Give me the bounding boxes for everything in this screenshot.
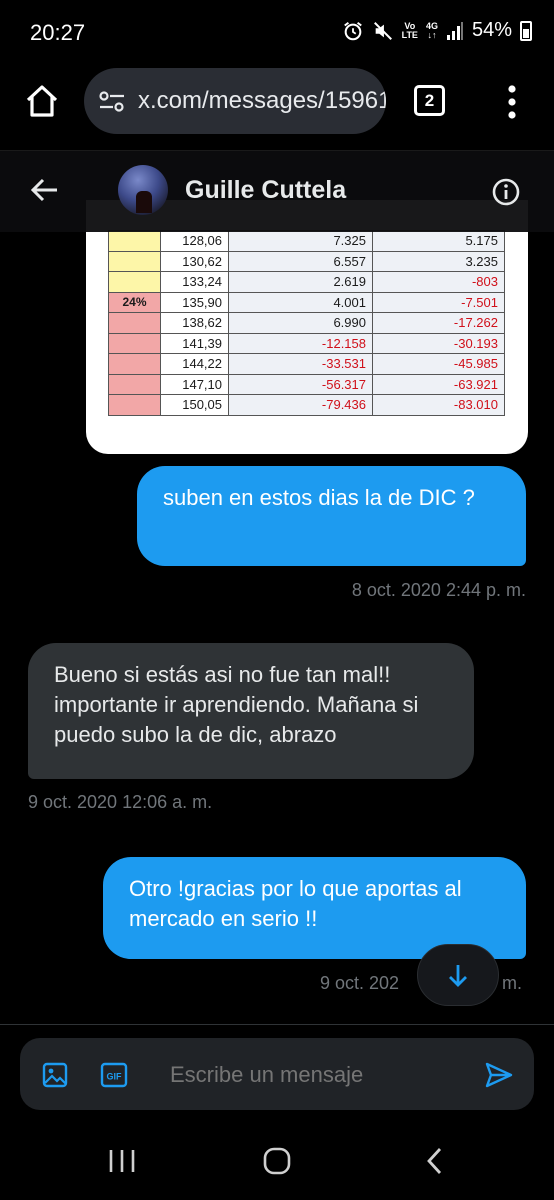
battery-percent: 54%: [471, 19, 512, 41]
scroll-down-icon: [449, 965, 467, 987]
status-icons: Vo LTE 4G ↓↑ 54%: [342, 19, 532, 42]
table-group-cell: [108, 230, 161, 252]
image-table-row: 141,39 -12.158 -30.193: [108, 332, 505, 354]
table-cell-price: 147,10: [160, 373, 229, 395]
message-input[interactable]: [170, 1062, 470, 1088]
message-text: Bueno si estás asi no fue tan mal!! impo…: [54, 662, 419, 747]
browser-toolbar: x.com/messages/159618 2: [0, 64, 554, 148]
table-cell-value: -803: [372, 271, 505, 293]
image-table-row: 150,05 -79.436 -83.010: [108, 394, 505, 416]
image-table-row: 144,22 -33.531 -45.985: [108, 353, 505, 375]
table-cell-price: 138,62: [160, 312, 229, 334]
back-nav-icon[interactable]: [424, 1146, 444, 1176]
table-group-cell: 24%: [108, 291, 161, 313]
alarm-icon: [343, 21, 362, 40]
image-table-row: 24% 135,90 4.001 -7.501: [108, 291, 505, 313]
status-time: 20:27: [30, 20, 86, 45]
table-cell-value: 6.990: [228, 312, 373, 334]
table-cell-value: 3.235: [372, 250, 505, 272]
timestamp-start: 9 oct. 202: [320, 973, 400, 993]
image-table-row: 130,62 6.557 3.235: [108, 250, 505, 272]
svg-text:GIF: GIF: [107, 1072, 123, 1082]
message-outgoing[interactable]: suben en estos dias la de DIC ?: [137, 466, 526, 566]
send-icon[interactable]: [484, 1061, 514, 1089]
table-cell-price: 130,62: [160, 250, 229, 272]
system-navigation-bar: [0, 1124, 554, 1200]
table-group-cell: [108, 394, 161, 416]
table-cell-value: -83.010: [372, 394, 505, 416]
table-group-cell: [108, 271, 161, 293]
address-bar[interactable]: x.com/messages/159618: [84, 68, 386, 134]
chat-name[interactable]: Guille Cuttela: [185, 176, 346, 205]
table-cell-value: -33.531: [228, 353, 373, 375]
message-text: Otro !gracias por lo que aportas al merc…: [129, 876, 462, 931]
table-group-cell: [108, 332, 161, 354]
table-group-cell: [108, 250, 161, 272]
message-text: suben en estos dias la de DIC ?: [163, 485, 475, 510]
table-cell-value: 4.001: [228, 291, 373, 313]
table-cell-price: 135,90: [160, 291, 229, 313]
table-cell-value: -56.317: [228, 373, 373, 395]
table-cell-value: 6.557: [228, 250, 373, 272]
table-cell-value: -7.501: [372, 291, 505, 313]
message-timestamp: 9 oct. 202: [320, 973, 399, 994]
table-cell-price: 128,06: [160, 230, 229, 252]
url-text: x.com/messages/159618: [138, 87, 386, 114]
table-cell-price: 141,39: [160, 332, 229, 354]
table-cell-value: -30.193: [372, 332, 505, 354]
message-timestamp: 9 oct. 2020 12:06 a. m.: [28, 792, 213, 812]
table-cell-value: 7.325: [228, 230, 373, 252]
info-icon[interactable]: [492, 178, 520, 206]
message-incoming[interactable]: Bueno si estás asi no fue tan mal!! impo…: [28, 643, 474, 779]
shared-image[interactable]: 128,06 7.325 5.175 130,62 6.557 3.235 133,24 2.…: [86, 200, 528, 454]
battery-icon: [520, 20, 532, 41]
table-cell-value: -12.158: [228, 332, 373, 354]
message-timestamp: 8 oct. 2020 2:44 p. m.: [351, 580, 526, 600]
avatar[interactable]: [118, 165, 168, 215]
timestamp-end: m.: [502, 973, 522, 993]
recents-icon[interactable]: [108, 1148, 136, 1174]
tab-switcher-button[interactable]: 2: [414, 85, 445, 116]
mute-icon: [373, 21, 392, 40]
home-nav-icon[interactable]: [262, 1146, 292, 1176]
site-settings-icon[interactable]: [98, 90, 126, 114]
message-composer: GIF: [20, 1038, 534, 1110]
image-table-row: 133,24 2.619 -803: [108, 271, 505, 293]
gif-icon[interactable]: GIF: [100, 1062, 128, 1088]
scroll-to-bottom-button[interactable]: [417, 944, 499, 1006]
table-cell-value: -45.985: [372, 353, 505, 375]
table-cell-price: 144,22: [160, 353, 229, 375]
back-arrow-icon[interactable]: [30, 177, 58, 203]
home-icon[interactable]: [24, 84, 60, 118]
table-group-cell: [108, 312, 161, 334]
composer-divider: [0, 1024, 554, 1025]
network-type-indicator: 4G ↓↑: [425, 20, 438, 40]
table-cell-value: 5.175: [372, 230, 505, 252]
table-group-cell: [108, 373, 161, 395]
image-table-row: 147,10 -56.317 -63.921: [108, 373, 505, 395]
table-cell-value: 2.619: [228, 271, 373, 293]
table-group-cell: [108, 353, 161, 375]
volte-indicator: Vo LTE: [401, 20, 418, 40]
table-cell-price: 133,24: [160, 271, 229, 293]
table-cell-value: -63.921: [372, 373, 505, 395]
chat-header: Guille Cuttela: [0, 150, 554, 232]
signal-icon: [446, 21, 463, 40]
image-icon[interactable]: [42, 1062, 68, 1088]
more-vert-icon[interactable]: [503, 84, 521, 120]
table-cell-value: -79.436: [228, 394, 373, 416]
image-table-row: 128,06 7.325 5.175: [108, 230, 505, 252]
image-table: 128,06 7.325 5.175 130,62 6.557 3.235 133,24 2.…: [108, 230, 505, 416]
image-table-row: 138,62 6.990 -17.262: [108, 312, 505, 334]
table-cell-price: 150,05: [160, 394, 229, 416]
status-bar: 20:27 Vo LTE 4G ↓↑ 54%: [0, 0, 554, 64]
table-cell-value: -17.262: [372, 312, 505, 334]
